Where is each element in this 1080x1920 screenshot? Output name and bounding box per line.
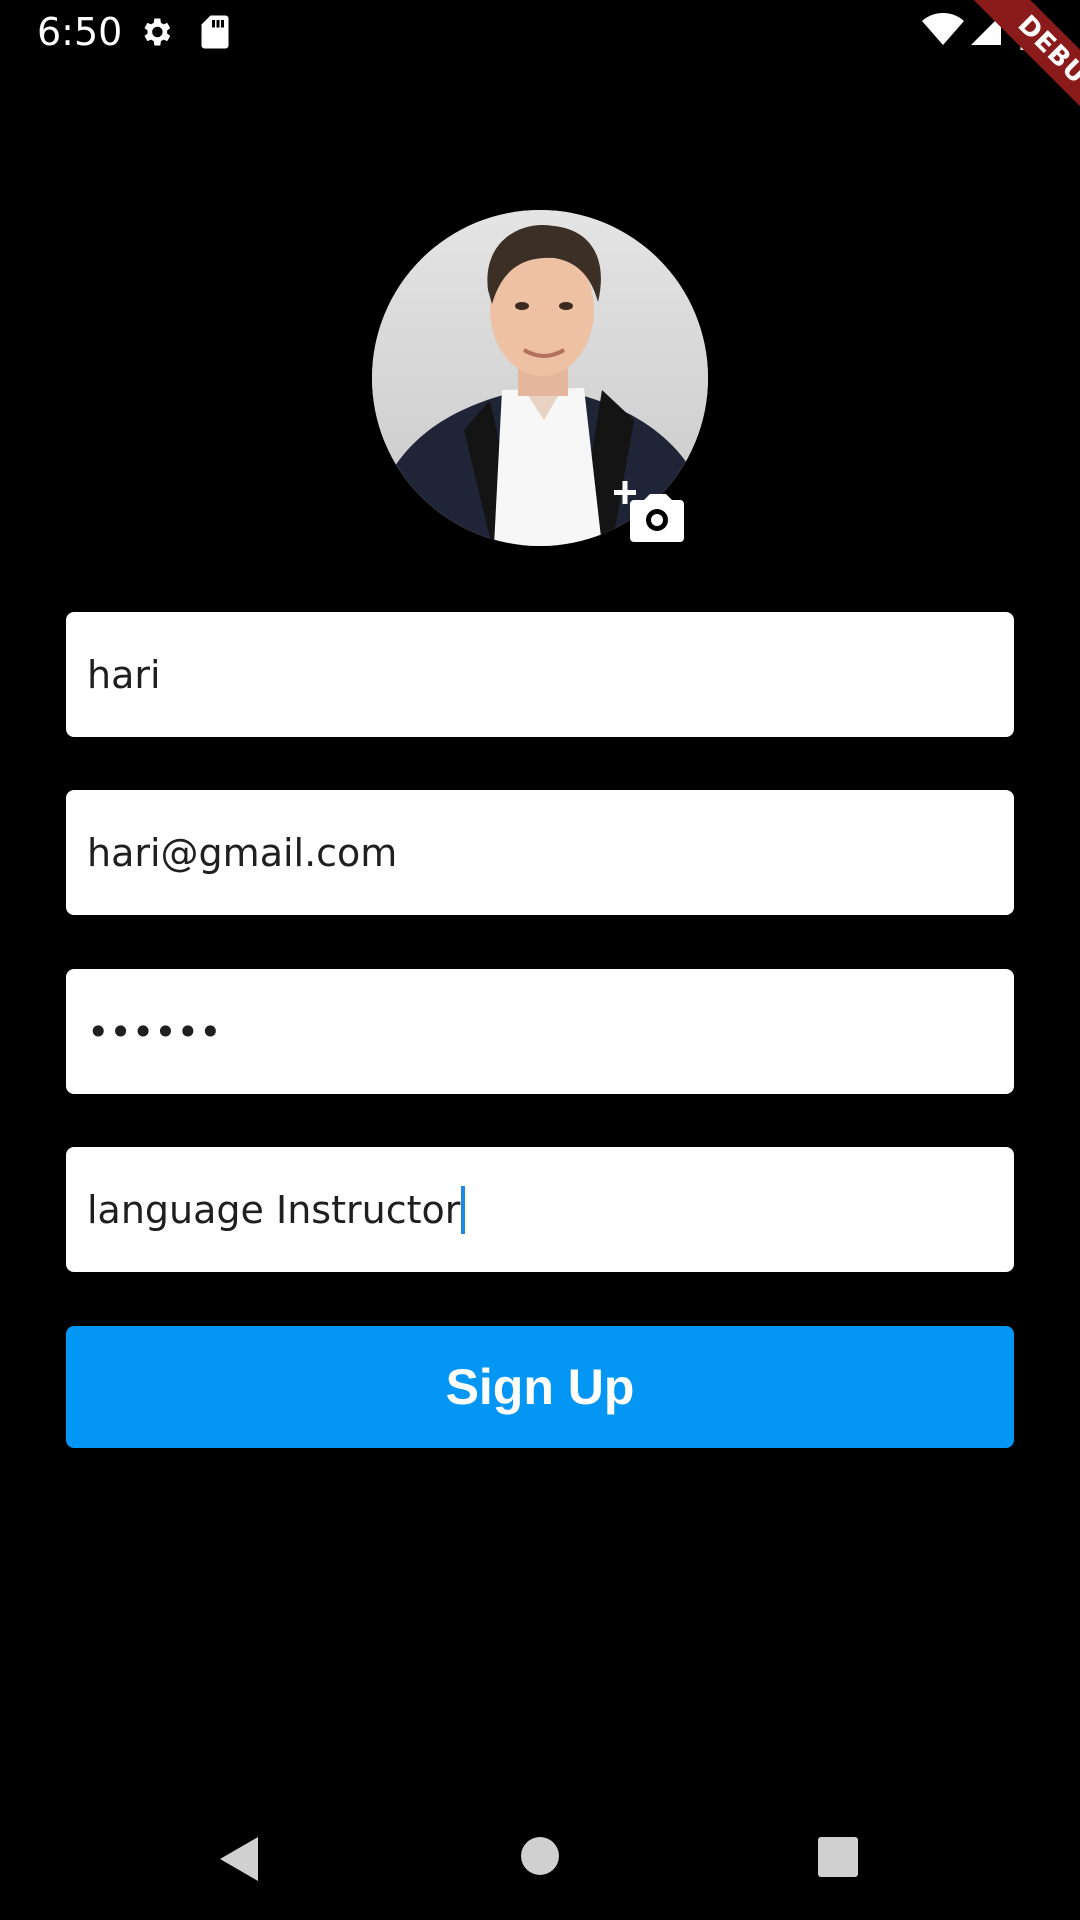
- debug-banner: DEBUG: [920, 0, 1080, 160]
- debug-banner-label: DEBUG: [961, 0, 1080, 157]
- navigation-bar: [0, 1800, 1080, 1920]
- sd-card-icon: [200, 14, 230, 50]
- avatar-container: [372, 210, 708, 546]
- password-input[interactable]: ••••••: [87, 1010, 221, 1054]
- email-input[interactable]: [87, 830, 1014, 875]
- bio-field[interactable]: language Instructor: [66, 1147, 1014, 1272]
- settings-icon: [138, 14, 174, 50]
- status-bar: 6:50: [0, 0, 1080, 64]
- status-time: 6:50: [37, 10, 123, 54]
- email-field[interactable]: [66, 790, 1014, 915]
- home-icon[interactable]: [520, 1836, 560, 1876]
- recents-icon[interactable]: [817, 1836, 859, 1878]
- bio-input[interactable]: language Instructor: [87, 1188, 460, 1232]
- add-photo-icon[interactable]: [612, 478, 688, 546]
- back-icon[interactable]: [216, 1834, 260, 1884]
- name-field[interactable]: [66, 612, 1014, 737]
- sign-up-button[interactable]: Sign Up: [66, 1326, 1014, 1448]
- text-cursor: [461, 1185, 466, 1234]
- password-field[interactable]: ••••••: [66, 969, 1014, 1094]
- name-input[interactable]: [87, 652, 1014, 697]
